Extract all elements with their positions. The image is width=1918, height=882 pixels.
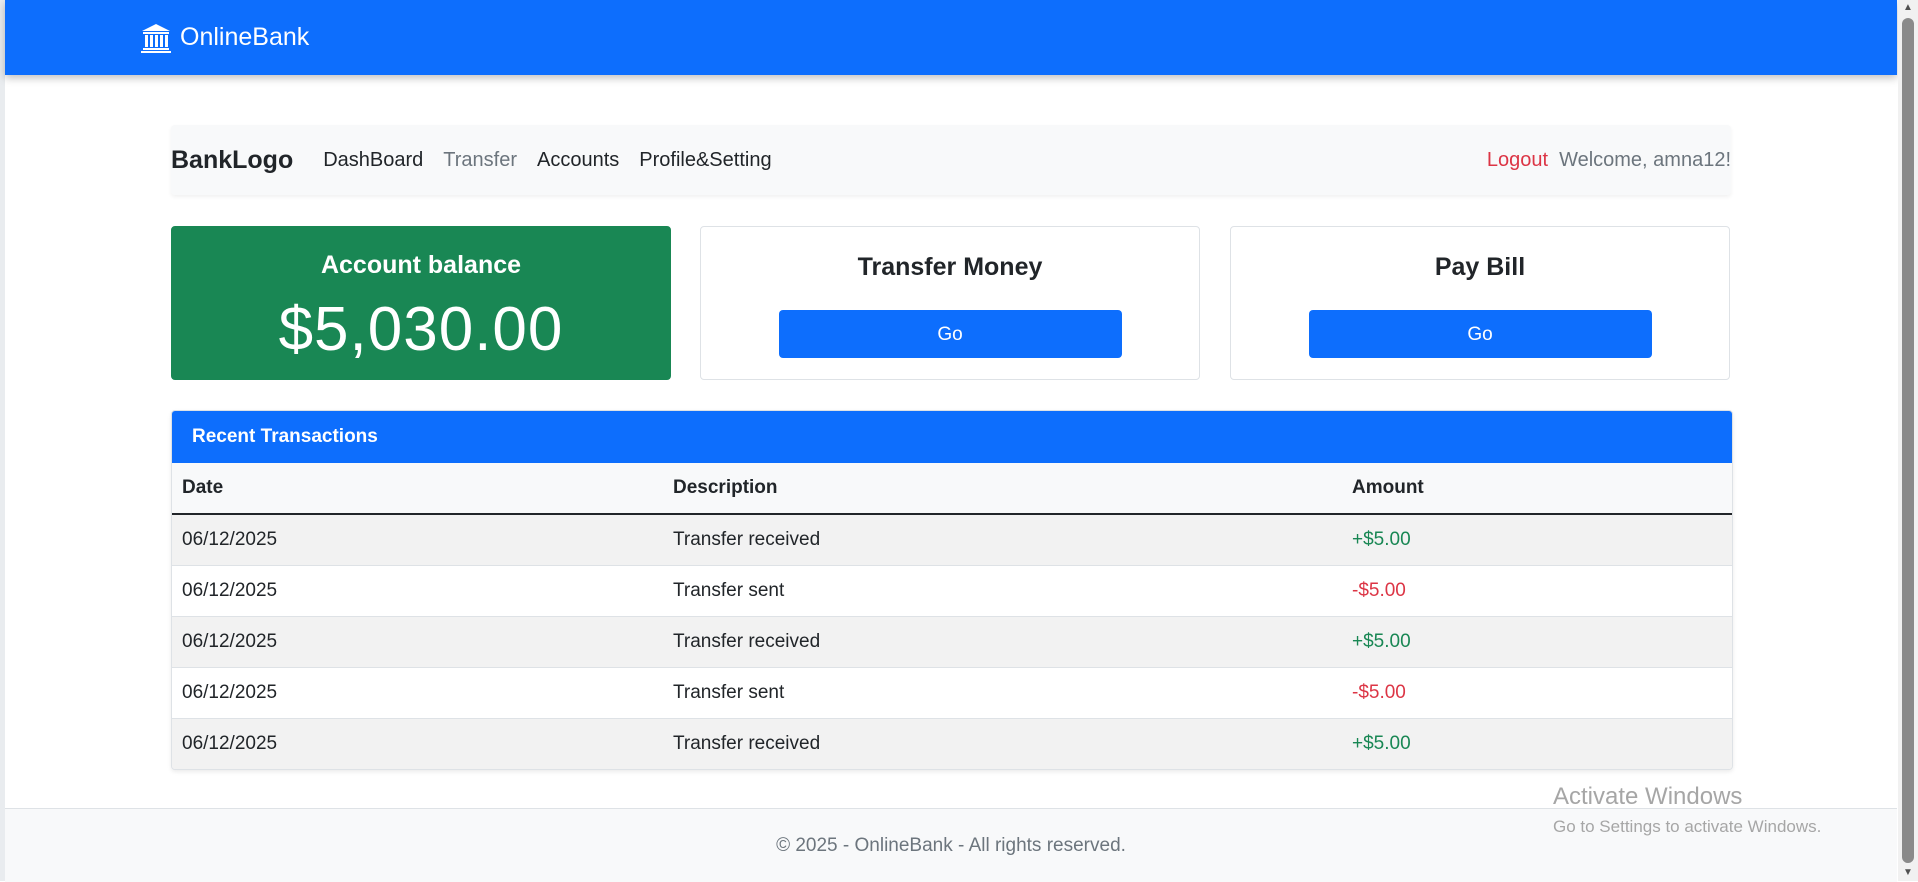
brand-name: OnlineBank bbox=[180, 23, 310, 51]
cell-amount: +$5.00 bbox=[1342, 616, 1732, 668]
recent-transactions-title: Recent Transactions bbox=[172, 411, 1732, 463]
nav-link-dashboard[interactable]: DashBoard bbox=[323, 149, 423, 172]
watermark-subtitle: Go to Settings to activate Windows. bbox=[1553, 817, 1822, 836]
scroll-down-arrow-icon[interactable]: ▼ bbox=[1898, 865, 1918, 881]
cell-description: Transfer received bbox=[663, 513, 1342, 566]
nav-link-accounts[interactable]: Accounts bbox=[537, 149, 619, 172]
bank-icon bbox=[140, 22, 172, 54]
cell-date: 06/12/2025 bbox=[172, 616, 663, 668]
account-balance-amount: $5,030.00 bbox=[278, 295, 564, 364]
recent-transactions-card: Recent Transactions Date Description Amo… bbox=[171, 410, 1733, 770]
cell-description: Transfer received bbox=[663, 718, 1342, 769]
cell-description: Transfer sent bbox=[663, 565, 1342, 617]
vertical-scrollbar[interactable]: ▲ ▼ bbox=[1898, 0, 1918, 881]
nav-link-transfer[interactable]: Transfer bbox=[443, 149, 517, 172]
table-row: 06/12/2025 Transfer received +$5.00 bbox=[172, 513, 1732, 566]
transfer-money-card: Transfer Money Go bbox=[700, 226, 1200, 380]
cell-amount: -$5.00 bbox=[1342, 565, 1732, 617]
transactions-table: Date Description Amount 06/12/2025 Trans… bbox=[172, 463, 1732, 769]
transfer-money-title: Transfer Money bbox=[857, 253, 1043, 281]
brand[interactable]: OnlineBank bbox=[140, 0, 309, 75]
table-header-row: Date Description Amount bbox=[172, 463, 1732, 515]
cell-date: 06/12/2025 bbox=[172, 667, 663, 719]
pay-bill-go-button[interactable]: Go bbox=[1308, 310, 1652, 358]
table-row: 06/12/2025 Transfer sent -$5.00 bbox=[172, 565, 1732, 617]
welcome-text: Welcome, amna12! bbox=[1559, 148, 1731, 171]
nav-user-area: Logout Welcome, amna12! bbox=[1487, 149, 1731, 172]
cell-amount: +$5.00 bbox=[1342, 718, 1732, 769]
watermark-title: Activate Windows bbox=[1553, 783, 1743, 810]
pay-bill-title: Pay Bill bbox=[1434, 253, 1526, 281]
transfer-go-button[interactable]: Go bbox=[778, 310, 1122, 358]
account-balance-card: Account balance $5,030.00 bbox=[171, 226, 671, 380]
table-row: 06/12/2025 Transfer received +$5.00 bbox=[172, 718, 1732, 769]
column-header-description: Description bbox=[663, 463, 1342, 515]
pay-bill-card: Pay Bill Go bbox=[1230, 226, 1730, 380]
cell-amount: -$5.00 bbox=[1342, 667, 1732, 719]
scroll-up-arrow-icon[interactable]: ▲ bbox=[1898, 0, 1918, 16]
footer-copyright: © 2025 - OnlineBank - All rights reserve… bbox=[776, 835, 1126, 856]
nav-logo[interactable]: BankLogo bbox=[171, 146, 293, 175]
cell-date: 06/12/2025 bbox=[172, 565, 663, 617]
cell-description: Transfer sent bbox=[663, 667, 1342, 719]
navbar: BankLogo DashBoard Transfer Accounts Pro… bbox=[171, 125, 1731, 195]
table-row: 06/12/2025 Transfer sent -$5.00 bbox=[172, 667, 1732, 719]
app-header: OnlineBank bbox=[5, 0, 1897, 75]
cell-date: 06/12/2025 bbox=[172, 718, 663, 769]
nav-link-profile-settings[interactable]: Profile&Setting bbox=[639, 149, 771, 172]
account-balance-title: Account balance bbox=[320, 251, 522, 279]
table-row: 06/12/2025 Transfer received +$5.00 bbox=[172, 616, 1732, 668]
logout-link[interactable]: Logout bbox=[1487, 149, 1548, 172]
column-header-date: Date bbox=[172, 463, 663, 515]
cell-date: 06/12/2025 bbox=[172, 513, 663, 566]
column-header-amount: Amount bbox=[1342, 463, 1732, 515]
windows-activation-watermark: Activate Windows Go to Settings to activ… bbox=[1553, 783, 1821, 837]
cell-description: Transfer received bbox=[663, 616, 1342, 668]
scrollbar-thumb[interactable] bbox=[1902, 18, 1914, 863]
cell-amount: +$5.00 bbox=[1342, 513, 1732, 566]
